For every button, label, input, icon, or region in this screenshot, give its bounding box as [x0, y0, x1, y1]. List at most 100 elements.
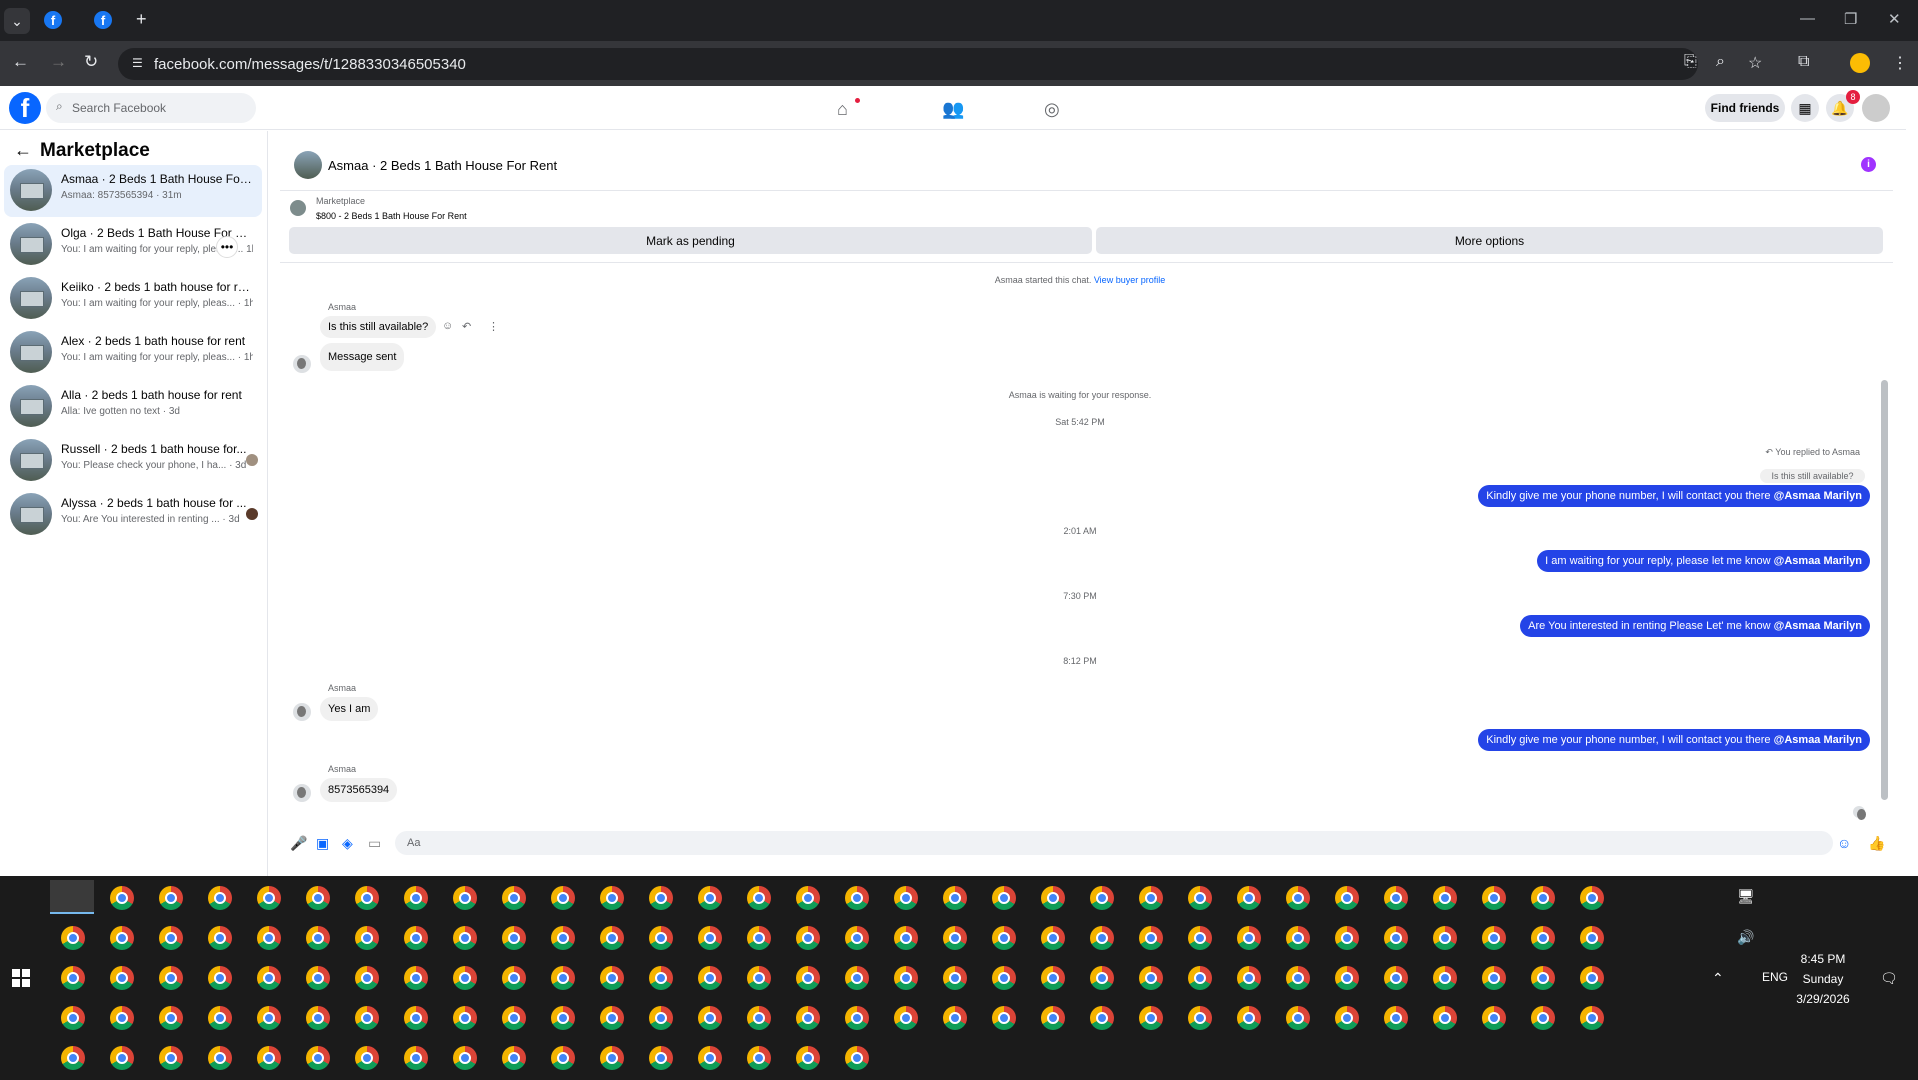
new-tab-button[interactable]: + [136, 9, 147, 30]
windows-start-icon[interactable] [12, 969, 30, 987]
taskbar-app-icon[interactable] [1139, 966, 1163, 990]
network-icon[interactable]: 🖥 [1737, 888, 1755, 905]
groups-icon[interactable]: ◎ [1044, 99, 1060, 120]
view-buyer-profile-link[interactable]: View buyer profile [1094, 275, 1165, 285]
taskbar-app-icon[interactable] [502, 886, 526, 910]
taskbar-app-icon[interactable] [1580, 886, 1604, 910]
taskbar-app-icon[interactable] [159, 966, 183, 990]
taskbar-app-icon[interactable] [306, 886, 330, 910]
taskbar-app-icon[interactable] [1580, 966, 1604, 990]
back-arrow-icon[interactable]: ← [14, 140, 32, 161]
url-field[interactable]: facebook.com/messages/t/1288330346505340 [118, 48, 1698, 80]
message-input[interactable]: Aa [395, 831, 1833, 855]
extensions-icon[interactable]: ⧉ [1798, 53, 1809, 71]
taskbar-app-icon[interactable] [1482, 966, 1506, 990]
taskbar-app-icon[interactable] [649, 1006, 673, 1030]
taskbar-app-icon[interactable] [698, 1006, 722, 1030]
home-icon[interactable]: ⌂ [837, 99, 848, 120]
account-avatar[interactable] [1862, 94, 1890, 122]
taskbar-app-icon[interactable] [845, 1006, 869, 1030]
taskbar-app-icon[interactable] [208, 1046, 232, 1070]
profile-icon[interactable] [1850, 53, 1870, 73]
taskbar-app-icon[interactable] [453, 1006, 477, 1030]
taskbar-app-icon[interactable] [551, 966, 575, 990]
install-icon[interactable]: ⎘ [1684, 53, 1697, 71]
site-info-icon[interactable]: ☰ [132, 56, 143, 70]
more-options-icon[interactable]: ••• [216, 236, 238, 258]
taskbar-app-icon[interactable] [1188, 886, 1212, 910]
taskbar-app-icon[interactable] [1433, 886, 1457, 910]
taskbar-app-icon[interactable] [1335, 1006, 1359, 1030]
bookmark-star-icon[interactable]: ☆ [1748, 53, 1762, 73]
conversation-item[interactable]: Alla · 2 beds 1 bath house for rent Alla:… [4, 381, 262, 433]
taskbar-app-icon[interactable] [943, 966, 967, 990]
taskbar-app-icon[interactable] [61, 966, 85, 990]
taskbar-app-icon[interactable] [1531, 926, 1555, 950]
tab-facebook-2[interactable]: f [94, 11, 112, 29]
taskbar-app-icon[interactable] [1139, 1006, 1163, 1030]
taskbar-app-icon[interactable] [404, 1006, 428, 1030]
taskbar-app-icon[interactable] [208, 1006, 232, 1030]
clock[interactable]: 8:45 PM Sunday 3/29/2026 [1788, 949, 1858, 1009]
taskbar-app-icon[interactable] [502, 926, 526, 950]
friends-icon[interactable]: 👥 [942, 99, 964, 120]
taskbar-app-icon[interactable] [894, 1006, 918, 1030]
taskbar-app-icon[interactable] [1335, 926, 1359, 950]
taskbar-app-icon[interactable] [649, 1046, 673, 1070]
taskbar-app-icon[interactable] [551, 926, 575, 950]
taskbar-app-icon[interactable] [1041, 966, 1065, 990]
language-indicator[interactable]: ENG [1762, 970, 1788, 984]
taskbar-app-icon[interactable] [306, 1006, 330, 1030]
facebook-logo[interactable]: f [9, 92, 41, 124]
conversation-item[interactable]: Russell · 2 beds 1 bath house for... You:… [4, 435, 262, 487]
taskbar-app-icon[interactable] [600, 1006, 624, 1030]
taskbar-app-icon[interactable] [208, 926, 232, 950]
taskbar-app-icon[interactable] [698, 966, 722, 990]
taskbar-app-icon[interactable] [502, 966, 526, 990]
taskbar-app-icon[interactable] [1286, 966, 1310, 990]
taskbar-app-icon[interactable] [1433, 926, 1457, 950]
conversation-item[interactable]: Alyssa · 2 beds 1 bath house for ... You:… [4, 489, 262, 541]
taskbar-app-icon[interactable] [453, 886, 477, 910]
taskbar-app-icon[interactable] [747, 926, 771, 950]
taskbar-app-icon[interactable] [1531, 886, 1555, 910]
outgoing-message[interactable]: Kindly give me your phone number, I will… [1478, 485, 1870, 507]
taskbar-app-icon[interactable] [404, 966, 428, 990]
taskbar-app-icon[interactable] [1580, 926, 1604, 950]
taskbar-app-icon[interactable] [257, 926, 281, 950]
taskbar-app-icon[interactable] [894, 926, 918, 950]
chat-avatar[interactable] [294, 151, 322, 179]
taskbar-app-icon[interactable] [306, 1046, 330, 1070]
taskbar-app-icon[interactable] [1384, 1006, 1408, 1030]
taskbar-app-icon[interactable] [992, 886, 1016, 910]
taskbar-app-icon[interactable] [1041, 886, 1065, 910]
taskbar-app-icon[interactable] [110, 886, 134, 910]
taskbar-app-icon[interactable] [1482, 1006, 1506, 1030]
taskbar-app-icon[interactable] [1482, 926, 1506, 950]
taskbar-app-icon[interactable] [453, 966, 477, 990]
emoji-icon[interactable]: ☺ [1837, 835, 1851, 851]
taskbar-app-icon[interactable] [355, 966, 379, 990]
taskbar-app-icon[interactable] [1188, 926, 1212, 950]
taskbar-app-icon[interactable] [698, 1046, 722, 1070]
taskbar-app-icon[interactable] [1090, 886, 1114, 910]
chat-title[interactable]: Asmaa · 2 Beds 1 Bath House For Rent [328, 158, 557, 173]
taskbar-app-icon[interactable] [1188, 1006, 1212, 1030]
taskbar-app-icon[interactable] [649, 926, 673, 950]
taskbar-app-icon[interactable] [943, 886, 967, 910]
microphone-icon[interactable]: 🎤 [290, 835, 307, 852]
taskbar-app-icon[interactable] [1237, 966, 1261, 990]
taskbar-app-icon[interactable] [1237, 886, 1261, 910]
tab-search-button[interactable]: ⌄ [4, 8, 30, 34]
taskbar-app-icon[interactable] [1286, 926, 1310, 950]
conversation-item[interactable]: Keiiko · 2 beds 1 bath house for rent You… [4, 273, 262, 325]
reload-icon[interactable]: ↻ [84, 52, 98, 72]
taskbar-app-icon[interactable] [1286, 886, 1310, 910]
taskbar-app-icon[interactable] [747, 1006, 771, 1030]
tab-facebook-1[interactable]: f [44, 11, 62, 29]
taskbar-app-icon[interactable] [845, 886, 869, 910]
taskbar-app-icon[interactable] [1090, 926, 1114, 950]
taskbar-app-icon[interactable] [1188, 966, 1212, 990]
taskbar-app-icon[interactable] [110, 1046, 134, 1070]
taskbar-app-icon[interactable] [698, 926, 722, 950]
